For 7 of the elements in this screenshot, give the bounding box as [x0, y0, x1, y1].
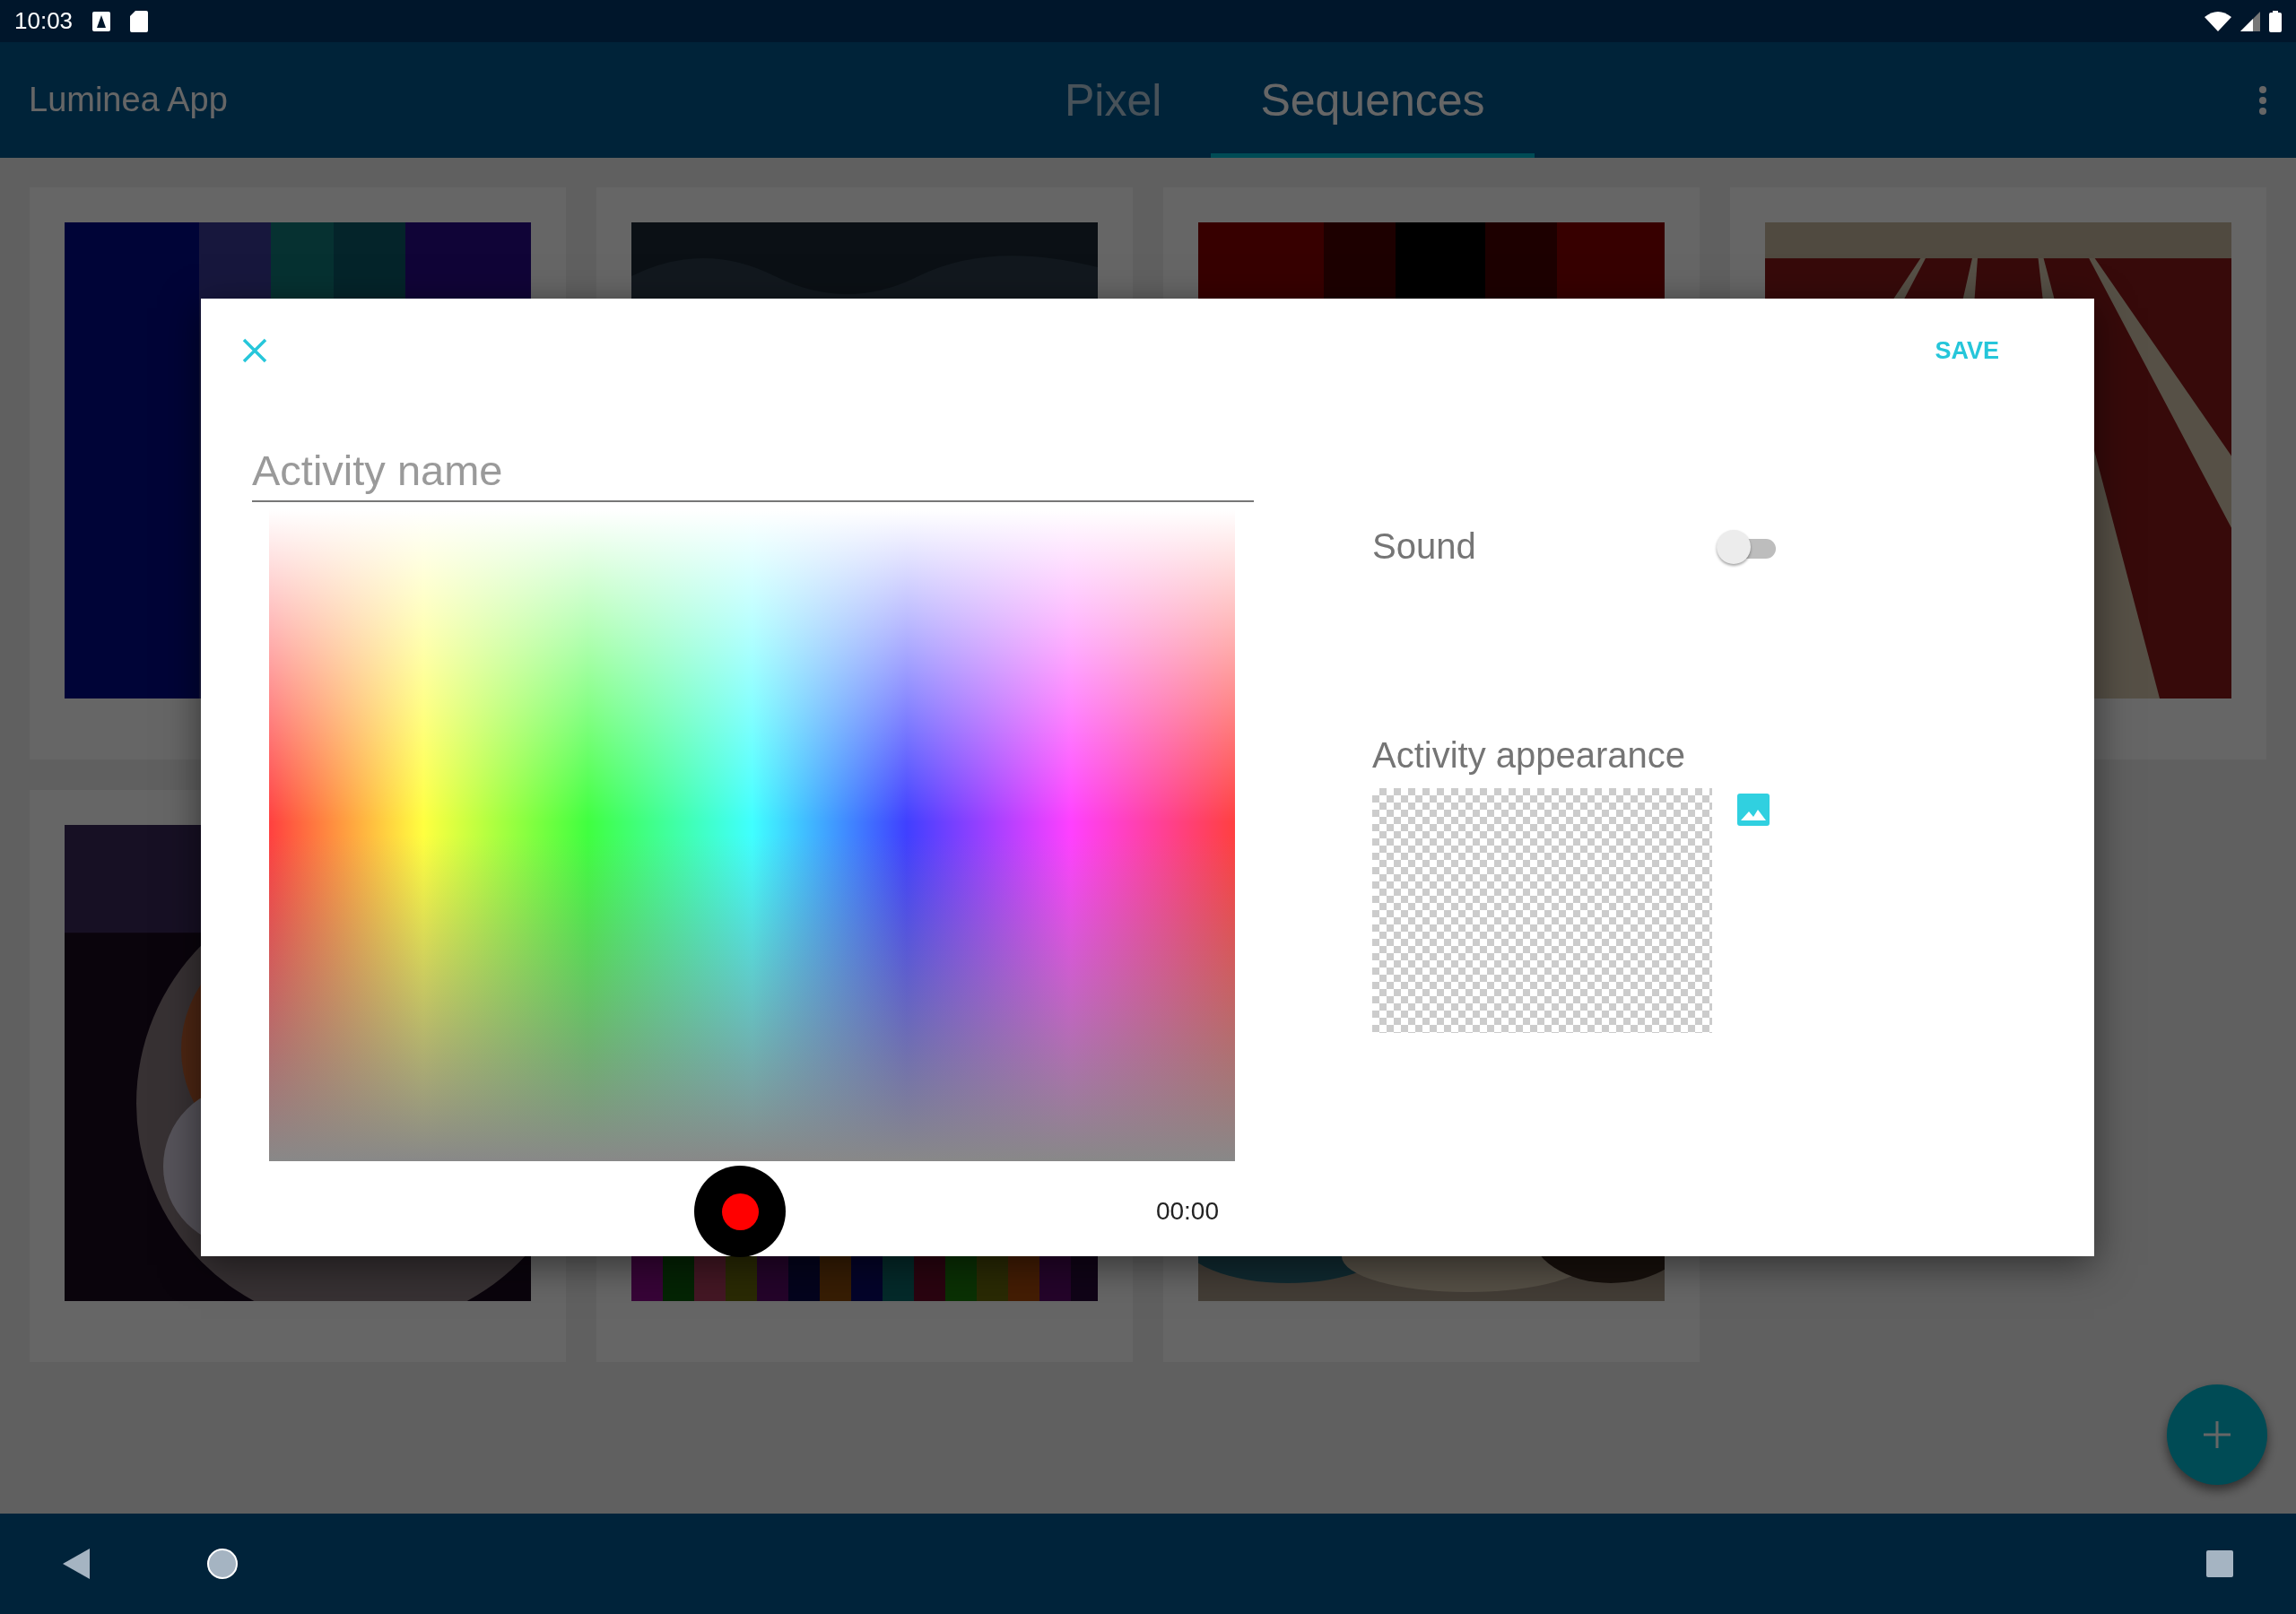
sound-label: Sound — [1372, 526, 1476, 567]
tab[interactable]: Pixel — [1015, 42, 1212, 158]
appearance-label: Activity appearance — [1372, 735, 1687, 776]
app-title: Luminea App — [29, 81, 229, 119]
timer: 00:00 — [1155, 1197, 1219, 1226]
save-button[interactable]: SAVE — [1899, 329, 2035, 372]
status-time: 10:03 — [14, 7, 74, 35]
